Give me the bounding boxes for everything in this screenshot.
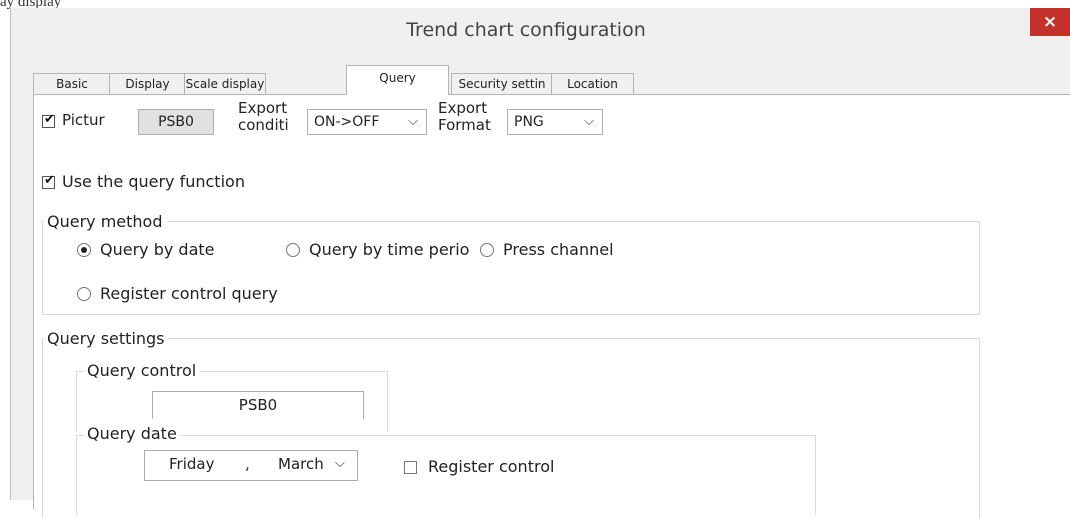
query-by-time-period-label: Query by time perio [309, 240, 470, 259]
tab-scale-display[interactable]: Scale display [184, 73, 266, 94]
check-icon: ✔ [44, 112, 55, 127]
chevron-down-icon: ⌵ [335, 456, 345, 471]
export-format-value: PNG [514, 114, 544, 130]
tab-query[interactable]: Query [346, 65, 449, 95]
query-by-date-radio[interactable] [77, 243, 91, 257]
tab-basic-attribute[interactable]: Basic Attribute [33, 73, 111, 111]
query-date-separator: , [245, 455, 250, 473]
export-condition-value: ON->OFF [314, 114, 380, 130]
press-channel-label: Press channel [503, 240, 614, 259]
trend-chart-dialog: Trend chart configuration × Basic Attrib… [10, 8, 1070, 518]
query-date-day: Friday [169, 455, 215, 473]
query-control-title: Query control [84, 361, 200, 380]
register-control-query-radio[interactable] [77, 287, 91, 301]
query-date-title: Query date [84, 424, 180, 443]
close-button[interactable]: × [1030, 8, 1070, 36]
tab-display[interactable]: Display [109, 73, 186, 94]
chevron-down-icon: ⌵ [584, 114, 594, 129]
close-icon: × [1042, 12, 1058, 32]
title-bar[interactable]: Trend chart configuration × [11, 8, 1070, 50]
picture-trigger-button[interactable]: PSB0 [138, 109, 214, 135]
tab-security-settings[interactable]: Security settin [451, 73, 553, 94]
export-condition-label: Export conditi [238, 100, 289, 134]
query-date-picker[interactable]: Friday , March ⌵ [144, 450, 358, 481]
register-control-label: Register control [428, 457, 555, 476]
query-date-month: March [278, 455, 324, 473]
use-query-checkbox[interactable]: ✔ [42, 173, 55, 189]
query-tab-panel: ✔ Pictur PSB0 Export conditi ON->OFF ⌵ E… [33, 94, 1070, 518]
export-format-label-line1: Export [438, 99, 488, 117]
export-format-select[interactable]: PNG ⌵ [507, 109, 603, 135]
export-format-label: Export Format [438, 100, 491, 134]
press-channel-radio[interactable] [480, 243, 494, 257]
window-title: Trend chart configuration [406, 19, 646, 41]
register-control-query-label: Register control query [100, 284, 278, 303]
check-icon: ✔ [44, 173, 55, 188]
export-condition-label-line1: Export [238, 99, 288, 117]
register-control-checkbox[interactable] [404, 461, 417, 474]
query-settings-title: Query settings [44, 329, 168, 348]
use-query-label: Use the query function [62, 172, 245, 191]
tab-location[interactable]: Location [551, 73, 634, 94]
picture-label: Pictur [62, 111, 105, 129]
query-method-title: Query method [44, 212, 166, 231]
export-format-label-line2: Format [438, 116, 491, 134]
query-by-time-period-radio[interactable] [286, 243, 300, 257]
chevron-down-icon: ⌵ [408, 114, 418, 129]
picture-checkbox[interactable]: ✔ [42, 112, 55, 128]
query-by-date-label: Query by date [100, 240, 215, 259]
query-control-field[interactable]: PSB0 [152, 391, 364, 419]
export-condition-select[interactable]: ON->OFF ⌵ [307, 109, 427, 135]
export-condition-label-line2: conditi [238, 116, 289, 134]
